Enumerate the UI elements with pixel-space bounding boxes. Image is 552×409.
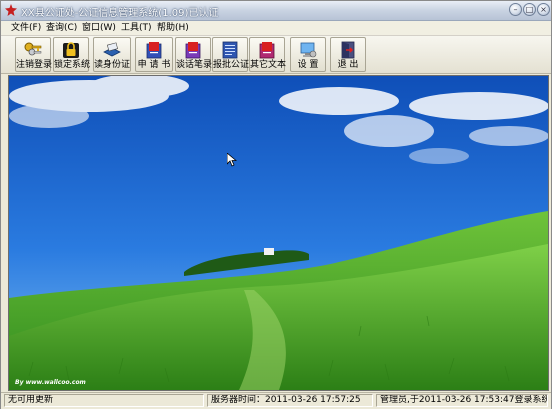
other-text-button[interactable]: 其它文本 — [249, 37, 287, 72]
keys-icon — [24, 42, 42, 56]
exit-door-icon — [341, 41, 355, 59]
server-time: 服务器时间：2011-03-26 17:57:25 — [207, 394, 373, 407]
menu-tools[interactable]: 工具(T) — [121, 22, 152, 34]
exit-button[interactable]: 退 出 — [330, 37, 366, 72]
main-workspace[interactable]: By www.wallcoo.com — [8, 75, 549, 391]
settings-label: 设 置 — [297, 60, 319, 70]
settings-icon — [300, 42, 317, 58]
minimize-icon: – — [513, 4, 518, 14]
maximize-icon: □ — [525, 4, 534, 14]
maximize-button[interactable]: □ — [523, 3, 536, 16]
mouse-cursor-icon — [227, 153, 237, 167]
logout-button[interactable]: 注销登录 — [15, 37, 53, 72]
lock-icon — [63, 42, 79, 58]
lock-system-button[interactable]: 锁定系统 — [53, 37, 91, 72]
close-button[interactable]: × — [537, 3, 550, 16]
login-info: 管理员,于2011-03-26 17:53:47登录系统 — [376, 394, 548, 407]
approval-document-icon — [222, 41, 238, 59]
approval-label: 报批公证 — [213, 60, 250, 70]
read-id-button[interactable]: 读身份证 — [93, 37, 131, 72]
update-status: 无可用更新 — [4, 394, 204, 407]
menu-window[interactable]: 窗口(W) — [82, 22, 116, 34]
close-icon: × — [540, 4, 547, 14]
exit-label: 退 出 — [337, 60, 359, 70]
application-button[interactable]: 申 请 书 — [135, 37, 173, 72]
menu-bar: 文件(F) 查询(C) 窗口(W) 工具(T) 帮助(H) — [1, 21, 551, 36]
settings-button[interactable]: 设 置 — [290, 37, 326, 72]
application-label: 申 请 书 — [137, 60, 171, 70]
id-card-reader-icon — [103, 42, 121, 57]
interview-record-icon — [185, 42, 201, 59]
menu-help[interactable]: 帮助(H) — [157, 22, 189, 34]
title-bar[interactable]: XX县公证处-公证信息管理系统(1.09)已认证 – □ × — [1, 1, 551, 21]
interview-record-label: 谈话笔录 — [176, 60, 213, 70]
app-icon — [5, 4, 17, 16]
window-title: XX县公证处-公证信息管理系统(1.09)已认证 — [21, 8, 219, 19]
toolbar: 注销登录 锁定系统 读身份证 申 请 书 谈话笔录 报批公证 其它文本 设 置 … — [1, 36, 551, 74]
application-book-icon — [146, 42, 162, 59]
main-window: XX县公证处-公证信息管理系统(1.09)已认证 – □ × 文件(F) 查询(… — [0, 0, 552, 409]
status-bar: 无可用更新 服务器时间：2011-03-26 17:57:25 管理员,于201… — [1, 392, 551, 409]
interview-record-button[interactable]: 谈话笔录 — [175, 37, 213, 72]
lock-system-label: 锁定系统 — [54, 60, 91, 70]
wallpaper-image — [9, 76, 548, 390]
minimize-button[interactable]: – — [509, 3, 522, 16]
approval-button[interactable]: 报批公证 — [212, 37, 250, 72]
menu-file[interactable]: 文件(F) — [11, 22, 41, 34]
other-text-icon — [259, 42, 275, 59]
other-text-label: 其它文本 — [250, 60, 287, 70]
read-id-label: 读身份证 — [94, 60, 131, 70]
logout-label: 注销登录 — [16, 60, 53, 70]
menu-query[interactable]: 查询(C) — [46, 22, 77, 34]
wallpaper-credit: By www.wallcoo.com — [15, 379, 86, 386]
